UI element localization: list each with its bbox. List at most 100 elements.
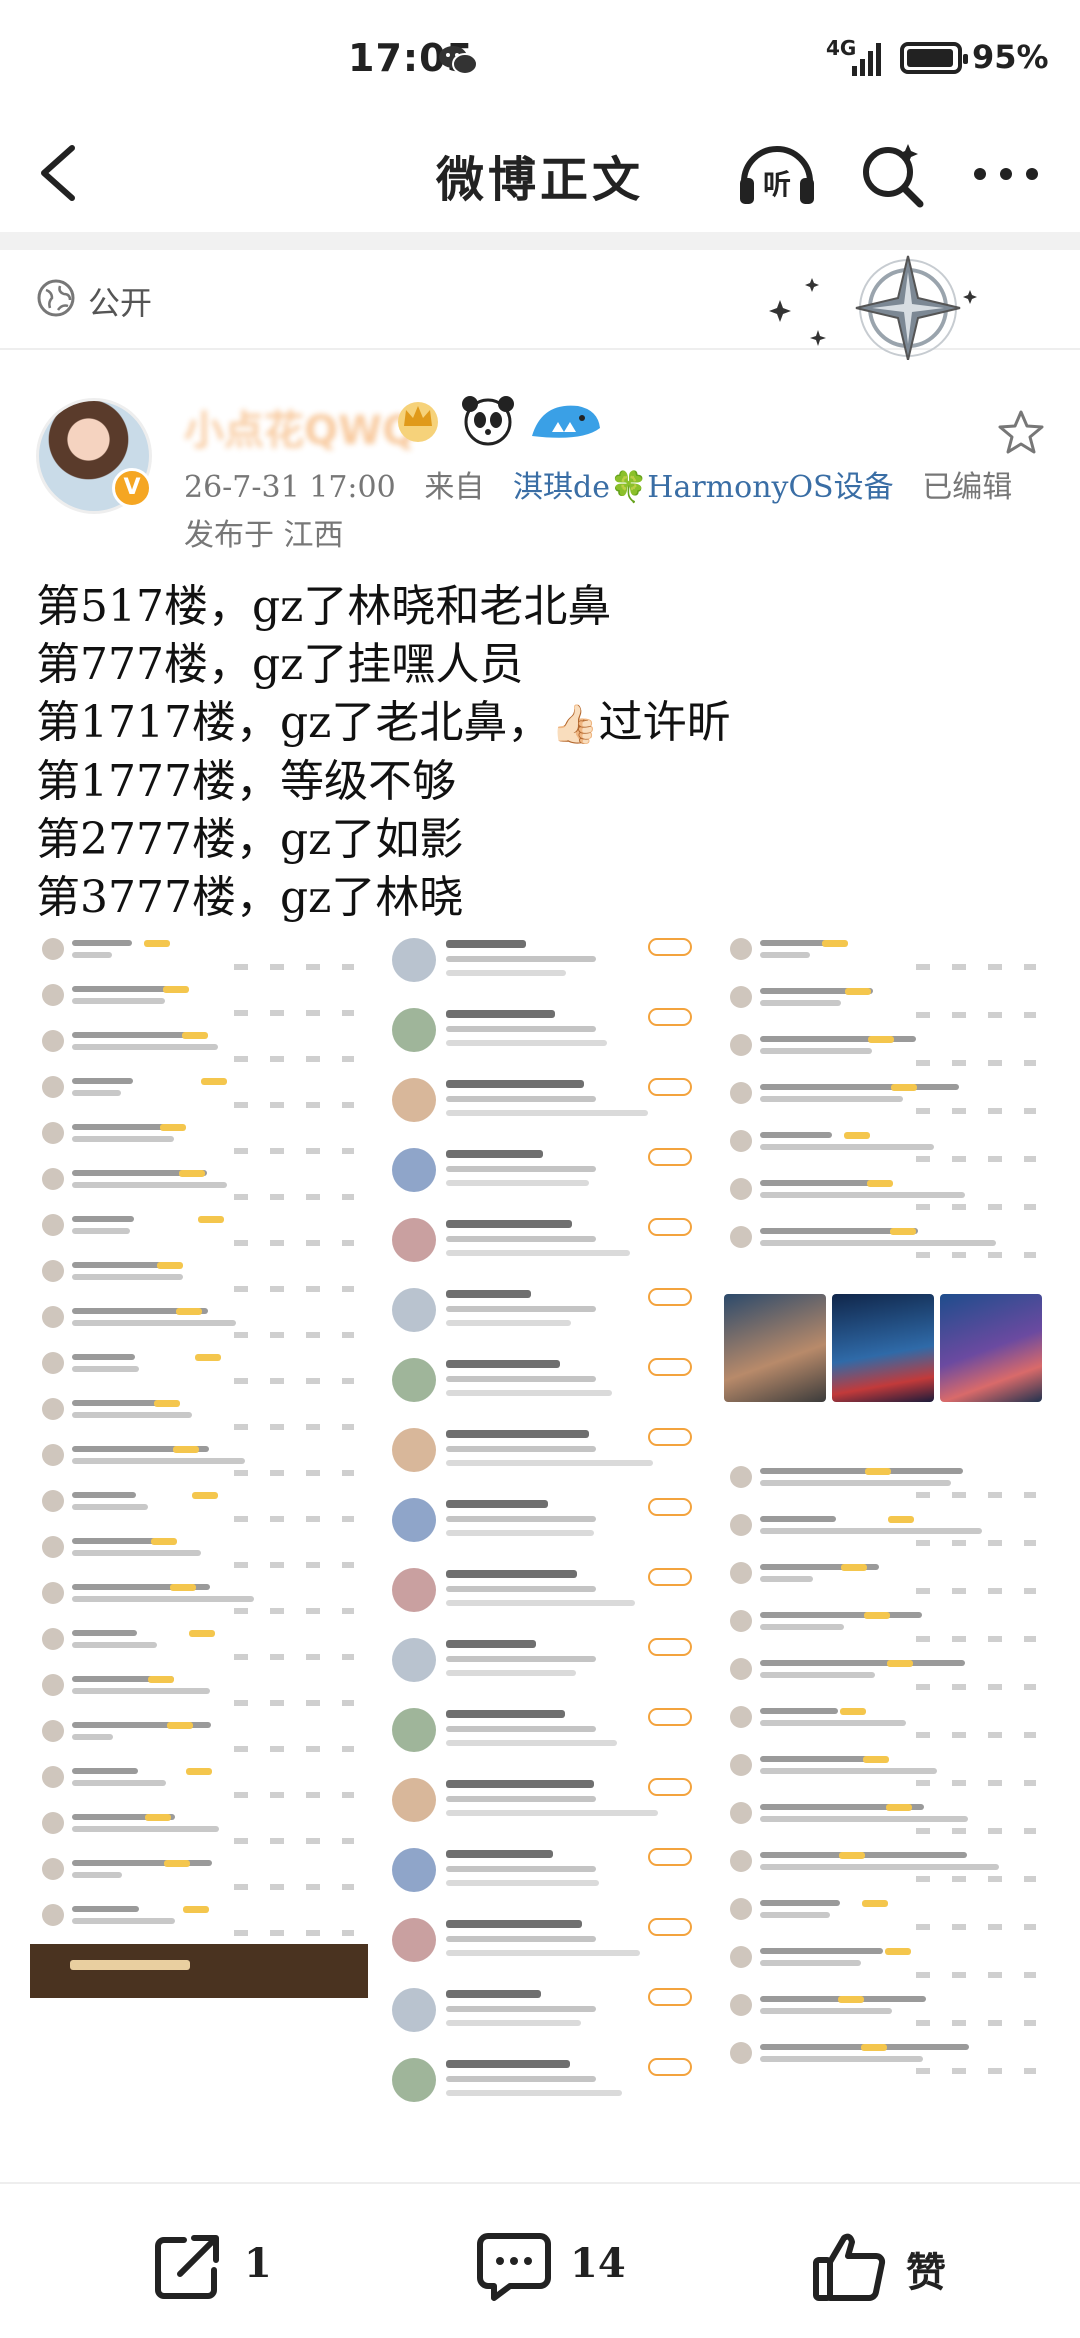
follow-button bbox=[648, 1988, 692, 2006]
post-body: 第517楼，gz了林晓和老北鼻 第777楼，gz了挂嘿人员 第1717楼，gz了… bbox=[36, 578, 1036, 927]
post-location: 发布于 江西 bbox=[184, 518, 344, 553]
account-name bbox=[446, 1850, 553, 1858]
listen-icon[interactable]: 听 bbox=[736, 136, 818, 212]
comment-line bbox=[72, 1182, 227, 1188]
comment-line bbox=[760, 1960, 861, 1966]
comment-line bbox=[760, 1240, 996, 1246]
collage-image-follow-list[interactable] bbox=[378, 928, 708, 2144]
post-line: 第3777楼，gz了林晓 bbox=[36, 872, 464, 923]
comment-actions bbox=[234, 1194, 354, 1200]
comment-line bbox=[760, 2056, 923, 2062]
comment-line bbox=[72, 1688, 210, 1694]
commenter-avatar bbox=[42, 1122, 64, 1144]
source-device[interactable]: 淇琪de🍀HarmonyOS设备 bbox=[513, 470, 894, 505]
comment-line bbox=[760, 2008, 892, 2014]
user-tag bbox=[173, 1446, 199, 1453]
collage-image-comments-2[interactable] bbox=[718, 928, 1050, 2144]
follow-row bbox=[384, 2052, 702, 2118]
account-desc bbox=[446, 1516, 596, 1522]
comment-row bbox=[722, 1702, 1046, 1746]
comment-row bbox=[34, 1808, 364, 1852]
user-tag bbox=[840, 1708, 866, 1715]
account-avatar bbox=[392, 2058, 436, 2102]
account-desc bbox=[446, 1796, 596, 1802]
comment-line bbox=[72, 1642, 157, 1648]
medals-icon[interactable] bbox=[392, 392, 612, 448]
comment-row bbox=[722, 1558, 1046, 1602]
account-desc bbox=[446, 1180, 589, 1186]
comment-actions bbox=[234, 1884, 354, 1890]
post-line: 第2777楼，gz了如影 bbox=[36, 814, 464, 865]
account-desc bbox=[446, 1040, 607, 1046]
comment-line bbox=[760, 1192, 965, 1198]
follow-button bbox=[648, 2058, 692, 2076]
image-collage[interactable] bbox=[30, 928, 1050, 2144]
favorite-star-icon[interactable] bbox=[996, 408, 1046, 458]
comment-row bbox=[722, 1846, 1046, 1890]
comment-row bbox=[34, 1762, 364, 1806]
follow-row bbox=[384, 1632, 702, 1698]
follow-button bbox=[648, 1778, 692, 1796]
account-name bbox=[446, 1710, 565, 1718]
wechat-icon bbox=[439, 46, 478, 75]
account-name bbox=[446, 1990, 541, 1998]
comment-line bbox=[72, 1354, 135, 1360]
user-tag bbox=[145, 1814, 171, 1821]
more-icon[interactable] bbox=[966, 144, 1046, 204]
photo-strip bbox=[724, 1294, 1044, 1402]
search-icon[interactable] bbox=[856, 138, 928, 210]
user-tag bbox=[160, 1124, 186, 1131]
comment-count: 14 bbox=[570, 2240, 626, 2287]
edited-label[interactable]: 已编辑 bbox=[922, 470, 1012, 505]
follow-button bbox=[648, 1008, 692, 1026]
comment-line bbox=[760, 1660, 965, 1666]
comment-line bbox=[72, 1216, 134, 1222]
user-tag bbox=[192, 1492, 218, 1499]
comment-line bbox=[760, 1768, 937, 1774]
account-desc bbox=[446, 1320, 571, 1326]
collage-image-comments-1[interactable] bbox=[30, 928, 368, 2144]
account-desc bbox=[446, 1460, 653, 1466]
post-line: 第517楼，gz了林晓和老北鼻 bbox=[36, 581, 612, 632]
commenter-avatar bbox=[730, 1946, 752, 1968]
comment-line bbox=[760, 1480, 951, 1486]
comment-icon bbox=[477, 2233, 551, 2301]
comment-actions bbox=[234, 1930, 354, 1936]
comment-row bbox=[34, 1578, 364, 1622]
account-avatar bbox=[392, 1358, 436, 1402]
comment-line bbox=[760, 1912, 830, 1918]
account-desc bbox=[446, 1306, 596, 1312]
author-name[interactable]: 小点花QWQ bbox=[184, 398, 416, 456]
comment-actions bbox=[916, 1876, 1036, 1882]
comment-actions bbox=[234, 964, 354, 970]
follow-row bbox=[384, 1072, 702, 1138]
account-desc bbox=[446, 1950, 640, 1956]
commenter-avatar bbox=[730, 1226, 752, 1248]
comment-row bbox=[34, 1210, 364, 1254]
user-tag bbox=[182, 1032, 208, 1039]
post-line-text: 第1717楼，gz了老北鼻， bbox=[36, 697, 552, 748]
comment-row bbox=[722, 1606, 1046, 1650]
banner-text-placeholder bbox=[70, 1960, 190, 1970]
photo-thumbnail bbox=[724, 1294, 826, 1402]
user-tag bbox=[867, 1180, 893, 1187]
account-desc bbox=[446, 1670, 576, 1676]
follow-button bbox=[648, 1148, 692, 1166]
commenter-avatar bbox=[42, 1812, 64, 1834]
user-tag bbox=[838, 1996, 864, 2003]
comment-row bbox=[722, 1510, 1046, 1554]
thumbs-up-icon bbox=[813, 2233, 886, 2301]
comment-line bbox=[760, 1900, 840, 1906]
commenter-avatar bbox=[730, 1514, 752, 1536]
comment-line bbox=[760, 1180, 875, 1186]
comment-actions bbox=[916, 1204, 1036, 1210]
comment-actions bbox=[916, 964, 1036, 970]
repost-icon bbox=[155, 2235, 219, 2299]
account-desc bbox=[446, 2020, 581, 2026]
user-tag bbox=[154, 1400, 180, 1407]
comment-actions bbox=[234, 1516, 354, 1522]
user-tag bbox=[861, 2044, 887, 2051]
account-avatar bbox=[392, 1078, 436, 1122]
user-tag bbox=[167, 1722, 193, 1729]
comment-line bbox=[760, 1576, 813, 1582]
